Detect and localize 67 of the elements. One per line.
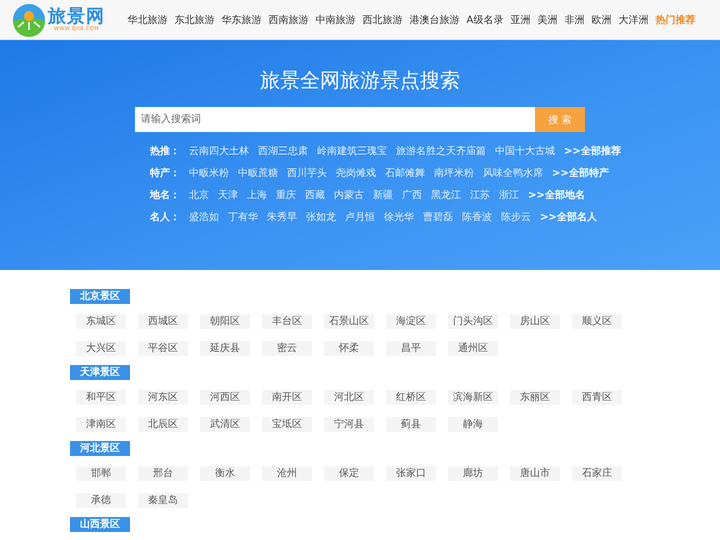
district-tag[interactable]: 静海 bbox=[448, 417, 498, 432]
nav-link[interactable]: 欧洲 bbox=[588, 12, 615, 26]
district-tag[interactable]: 宁河县 bbox=[324, 417, 374, 432]
district-tag[interactable]: 河西区 bbox=[200, 390, 250, 405]
district-tag[interactable]: 津南区 bbox=[76, 417, 126, 432]
nav-link[interactable]: 中南旅游 bbox=[312, 12, 359, 26]
section-title: 河北景区 bbox=[70, 441, 130, 456]
nav-link[interactable]: 华东旅游 bbox=[218, 12, 265, 26]
district-tag[interactable]: 蓟县 bbox=[386, 417, 436, 432]
hero-title: 旅景全网旅游景点搜索 bbox=[260, 67, 460, 94]
nav-link[interactable]: 华北旅游 bbox=[124, 12, 171, 26]
district-tag[interactable]: 东丽区 bbox=[510, 390, 560, 405]
district-tag[interactable]: 西青区 bbox=[572, 390, 622, 405]
district-tag[interactable]: 邯郸 bbox=[76, 466, 126, 481]
district-tag[interactable]: 沧州 bbox=[262, 466, 312, 481]
district-tag[interactable]: 承德 bbox=[76, 493, 126, 508]
district-tag[interactable]: 河北区 bbox=[324, 390, 374, 405]
section-title: 山西景区 bbox=[70, 517, 130, 532]
category-label: 热推： bbox=[150, 144, 180, 158]
district-tag[interactable]: 顺义区 bbox=[572, 314, 622, 329]
nav-link[interactable]: 美洲 bbox=[534, 12, 561, 26]
nav-link[interactable]: 非洲 bbox=[560, 12, 588, 26]
district-tag[interactable]: 怀柔 bbox=[324, 341, 374, 356]
section-title: 天津景区 bbox=[70, 365, 130, 380]
district-tag[interactable]: 保定 bbox=[324, 466, 374, 481]
district-tag[interactable]: 石家庄 bbox=[572, 466, 622, 481]
district-tag[interactable]: 南开区 bbox=[262, 390, 312, 405]
district-tag[interactable]: 红桥区 bbox=[386, 390, 436, 405]
nav-link[interactable]: 东北旅游 bbox=[171, 12, 218, 26]
district-tag[interactable]: 北辰区 bbox=[138, 417, 188, 432]
district-tag[interactable]: 昌平 bbox=[386, 341, 436, 356]
nav-link[interactable]: 亚洲 bbox=[506, 12, 534, 26]
district-tag[interactable]: 门头沟区 bbox=[448, 314, 498, 329]
district-tag[interactable]: 廊坊 bbox=[448, 466, 498, 481]
section-title: 北京景区 bbox=[70, 289, 130, 304]
category-label: 名人： bbox=[150, 210, 180, 224]
nav-link[interactable]: 西北旅游 bbox=[359, 12, 406, 26]
district-tag[interactable]: 唐山市 bbox=[510, 466, 560, 481]
district-tag[interactable]: 密云 bbox=[262, 341, 312, 356]
nav-link[interactable]: 西南旅游 bbox=[265, 12, 312, 26]
district-tag[interactable]: 海淀区 bbox=[386, 314, 436, 329]
district-tag[interactable]: 朝阳区 bbox=[200, 314, 250, 329]
district-tag[interactable]: 通州区 bbox=[448, 341, 498, 356]
district-tag[interactable]: 石景山区 bbox=[324, 314, 374, 329]
district-tag[interactable]: 延庆县 bbox=[200, 341, 250, 356]
district-tag[interactable]: 西城区 bbox=[138, 314, 188, 329]
district-tag[interactable]: 宝坻区 bbox=[262, 417, 312, 432]
nav-link[interactable]: 港澳台旅游 bbox=[406, 12, 463, 26]
district-tag[interactable]: 秦皇岛 bbox=[138, 493, 188, 508]
district-tag[interactable]: 滨海新区 bbox=[448, 390, 498, 405]
nav-link[interactable]: 大洋洲 bbox=[614, 12, 652, 26]
district-tag[interactable]: 东城区 bbox=[76, 314, 126, 329]
category-label: 特产： bbox=[150, 166, 180, 180]
district-tag[interactable]: 丰台区 bbox=[262, 314, 312, 329]
category-label: 地名： bbox=[150, 188, 180, 202]
district-tag[interactable]: 河东区 bbox=[138, 390, 188, 405]
nav-link[interactable]: A级名录 bbox=[463, 12, 507, 26]
search-field[interactable]: 请输入搜索词 bbox=[135, 107, 535, 132]
district-tag[interactable]: 平谷区 bbox=[138, 341, 188, 356]
globe-logo-icon bbox=[12, 2, 46, 36]
district-tag[interactable]: 房山区 bbox=[510, 314, 560, 329]
district-tag[interactable]: 张家口 bbox=[386, 466, 436, 481]
district-tag[interactable]: 和平区 bbox=[76, 390, 126, 405]
district-tag[interactable]: 衡水 bbox=[200, 466, 250, 481]
district-tag[interactable]: 邢台 bbox=[138, 466, 188, 481]
district-tag[interactable]: 武清区 bbox=[200, 417, 250, 432]
district-tag[interactable]: 大兴区 bbox=[76, 341, 126, 356]
